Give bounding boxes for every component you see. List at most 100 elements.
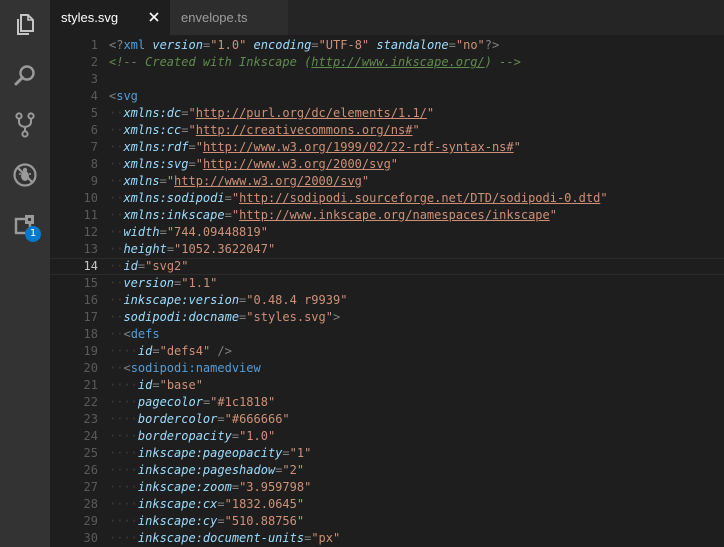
code-line[interactable]: 10 ··xmlns:sodipodi="http://sodipodi.sour… [50,190,724,207]
token-str: " [188,123,196,137]
token-str: " [231,208,240,222]
token-attr: id [137,344,153,358]
code-line[interactable]: 2 <!-- Created with Inkscape (http://www.… [50,54,724,71]
token-str: "no" [455,38,485,52]
tab-styles-svg[interactable]: styles.svg [50,0,170,35]
explorer-button[interactable] [0,0,50,50]
code-line[interactable]: 19 ····id="defs4" /> [50,343,724,360]
line-number: 8 [90,157,98,171]
line-number: 17 [83,310,98,324]
token-str: "1832.0645" [224,497,305,511]
token-attr: xmlns:inkscape [123,208,225,222]
token-str: "1052.3622047" [174,242,276,256]
token-punc: = [231,429,240,443]
token-str: " [600,191,608,205]
token-attr: id [137,378,153,392]
code-line[interactable]: 13 ··height="1052.3622047" [50,241,724,258]
code-line[interactable]: 12 ··width="744.09448819" [50,224,724,241]
code-line[interactable]: 29 ····inkscape:cy="510.88756" [50,513,724,530]
code-line[interactable]: 24 ····borderopacity="1.0" [50,428,724,445]
code-line[interactable]: 14 ··id="svg2" [50,258,724,275]
line-number: 10 [83,191,98,205]
code-line[interactable]: 27 ····inkscape:zoom="3.959798" [50,479,724,496]
code-text: ··<defs [109,326,160,343]
token-attr: pagecolor [137,395,203,409]
code-line[interactable]: 26 ····inkscape:pageshadow="2" [50,462,724,479]
indent-guide: ·· [109,531,124,545]
indent-guide: ·· [123,429,138,443]
code-line[interactable]: 22 ····pagecolor="#1c1818" [50,394,724,411]
indent-guide: ·· [123,378,138,392]
code-line[interactable]: 8 ··xmlns:svg="http://www.w3.org/2000/svg… [50,156,724,173]
code-line[interactable]: 7 ··xmlns:rdf="http://www.w3.org/1999/02/… [50,139,724,156]
code-text: ····inkscape:zoom="3.959798" [109,479,311,496]
token-str: "1.1" [181,276,218,290]
code-text: ····inkscape:pageshadow="2" [109,462,304,479]
code-line[interactable]: 20 ··<sodipodi:namedview [50,360,724,377]
token-str: "744.09448819" [166,225,268,239]
token-attr: inkscape:pageopacity [137,446,283,460]
line-number: 14 [83,259,98,273]
code-text: <?xml version="1.0" encoding="UTF-8" sta… [109,37,499,54]
code-line[interactable]: 6 ··xmlns:cc="http://creativecommons.org/… [50,122,724,139]
token-tag: sodipodi:namedview [130,361,261,375]
token-punc: = [448,38,456,52]
line-number: 4 [90,89,98,103]
token-str: "1.0" [239,429,276,443]
code-line[interactable]: 4 <svg [50,88,724,105]
code-line[interactable]: 28 ····inkscape:cx="1832.0645" [50,496,724,513]
extensions-badge: 1 [25,226,41,242]
token-punc: = [217,497,225,511]
token-attr: id [123,259,138,273]
code-line[interactable]: 15 ··version="1.1" [50,275,724,292]
token-punc: = [188,140,196,154]
code-line[interactable]: 21 ····id="base" [50,377,724,394]
token-punc: < [123,361,131,375]
token-attr: inkscape:version [123,293,240,307]
close-icon[interactable] [147,10,161,24]
code-line[interactable]: 9 ··xmlns="http://www.w3.org/2000/svg" [50,173,724,190]
code-editor[interactable]: 1 <?xml version="1.0" encoding="UTF-8" st… [50,35,724,547]
code-line[interactable]: 25 ····inkscape:pageopacity="1" [50,445,724,462]
source-control-button[interactable] [0,100,50,150]
token-attr: height [123,242,167,256]
token-url: http://sodipodi.sourceforge.net/DTD/sodi… [239,191,601,205]
indent-guide: ·· [109,259,124,273]
code-line[interactable]: 23 ····bordercolor="#666666" [50,411,724,428]
token-punc: = [152,378,160,392]
token-punc: ?> [484,38,500,52]
token-punc: = [159,225,167,239]
code-line[interactable]: 1 <?xml version="1.0" encoding="UTF-8" st… [50,37,724,54]
code-line[interactable]: 30 ····inkscape:document-units="px" [50,530,724,547]
token-str: "defs4" [159,344,211,358]
code-line[interactable]: 5 ··xmlns:dc="http://purl.org/dc/elements… [50,105,724,122]
code-line[interactable]: 3 [50,71,724,88]
token-str: "1.0" [210,38,247,52]
token-str: " [426,106,435,120]
token-punc: = [224,191,232,205]
line-number: 9 [90,174,98,188]
code-line[interactable]: 11 ··xmlns:inkscape="http://www.inkscape.… [50,207,724,224]
token-punc: = [159,174,167,188]
tab-envelope-ts[interactable]: envelope.ts [170,0,288,35]
token-com: ) --> [484,55,521,69]
token-punc: = [224,208,232,222]
code-text: ····inkscape:cx="1832.0645" [109,496,304,513]
indent-guide: ·· [109,106,124,120]
token-str: "#1c1818" [210,395,276,409]
code-text: ··xmlns:dc="http://purl.org/dc/elements/… [109,105,434,122]
line-number: 30 [83,531,98,545]
search-button[interactable] [0,50,50,100]
code-line[interactable]: 18 ··<defs [50,326,724,343]
extensions-button[interactable] [0,200,50,250]
debug-button[interactable] [0,150,50,200]
token-url: http://purl.org/dc/elements/1.1/ [195,106,427,120]
code-text: ··width="744.09448819" [109,224,268,241]
token-str: "px" [311,531,341,545]
code-text: ····id="defs4" /> [109,343,232,360]
token-punc: = [217,412,225,426]
token-attr: inkscape:document-units [137,531,305,545]
code-line[interactable]: 16 ··inkscape:version="0.48.4 r9939" [50,292,724,309]
code-line[interactable]: 17 ··sodipodi:docname="styles.svg"> [50,309,724,326]
